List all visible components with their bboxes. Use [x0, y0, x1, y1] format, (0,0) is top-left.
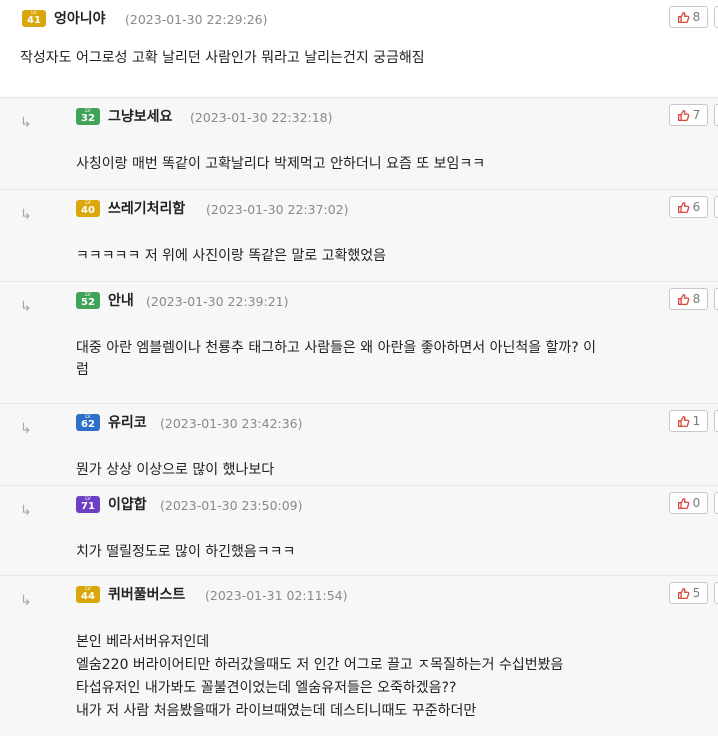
comment-text-line: 대중 아란 엠블렘이나 천룡추 태그하고 사람들은 왜 아란을 좋아하면서 아닌… — [76, 340, 597, 356]
more-options-button[interactable] — [714, 582, 718, 604]
comment-nickname[interactable]: 안내 — [108, 292, 134, 310]
comment-nickname[interactable]: 엉아니야 — [54, 10, 106, 28]
comment-nickname[interactable]: 유리코 — [108, 414, 147, 432]
comment-text-line: 사칭이랑 매번 똑같이 고확날리다 박제먹고 안하더니 요즘 또 보임ㅋㅋ — [76, 156, 486, 172]
comment-date: (2023-01-30 22:29:26) — [125, 12, 268, 27]
comment-item: ↳ LV 71 이얍합 (2023-01-30 23:50:09) 0 치가 떨릴정도로 많… — [0, 485, 718, 576]
thumbs-up-icon — [677, 497, 690, 510]
comment-text-line: 뭔가 상상 이상으로 많이 했나보다 — [76, 462, 275, 478]
level-number: 71 — [81, 501, 95, 512]
like-count: 1 — [692, 414, 701, 428]
comment-text-line: 본인 베라서버유저인데 — [76, 634, 210, 650]
comment-text-line: ㅋㅋㅋㅋㅋ 저 위에 사진이랑 똑같은 말로 고확했었음 — [76, 248, 387, 264]
like-count: 5 — [692, 586, 701, 600]
thumbs-up-icon — [677, 109, 690, 122]
reply-arrow-icon: ↳ — [20, 115, 32, 131]
like-button[interactable]: 8 — [669, 6, 708, 28]
reply-arrow-icon: ↳ — [20, 421, 32, 437]
thumbs-up-icon — [677, 293, 690, 306]
comment-date: (2023-01-31 02:11:54) — [205, 588, 348, 603]
comment-text-line: 럼 — [76, 362, 89, 378]
thumbs-up-icon — [677, 11, 690, 24]
comment-nickname[interactable]: 그냥보세요 — [108, 108, 172, 126]
like-count: 7 — [692, 108, 701, 122]
reply-arrow-icon: ↳ — [20, 299, 32, 315]
level-badge-icon: LV 71 — [76, 496, 100, 513]
comment-date: (2023-01-30 23:50:09) — [160, 498, 303, 513]
like-button[interactable]: 5 — [669, 582, 708, 604]
level-number: 41 — [27, 15, 41, 26]
thumbs-up-icon — [677, 201, 690, 214]
comment-date: (2023-01-30 22:39:21) — [146, 294, 289, 309]
level-number: 52 — [81, 297, 95, 308]
comment-nickname[interactable]: 쓰레기처리함 — [108, 200, 185, 218]
level-badge-icon: LV 41 — [22, 10, 46, 27]
comment-item: ↳ LV 32 그냥보세요 (2023-01-30 22:32:18) 7 사칭이랑 매번 … — [0, 97, 718, 190]
level-badge-icon: LV 44 — [76, 586, 100, 603]
comment-item: LV 41 엉아니야 (2023-01-30 22:29:26) 8 작성자도 어그로성 … — [0, 0, 718, 95]
like-button[interactable]: 6 — [669, 196, 708, 218]
more-options-button[interactable] — [714, 410, 718, 432]
level-number: 40 — [81, 205, 95, 216]
thumbs-up-icon — [677, 587, 690, 600]
comment-date: (2023-01-30 22:32:18) — [190, 110, 333, 125]
thumbs-up-icon — [677, 415, 690, 428]
comment-text-line: 엘숨220 버라이어티만 하러갔을때도 저 인간 어그로 끌고 ㅈ목질하는거 수… — [76, 657, 564, 673]
like-count: 8 — [692, 10, 701, 24]
like-count: 8 — [692, 292, 701, 306]
comment-date: (2023-01-30 22:37:02) — [206, 202, 349, 217]
like-count: 0 — [692, 496, 701, 510]
comment-nickname[interactable]: 이얍합 — [108, 496, 147, 514]
reply-arrow-icon: ↳ — [20, 593, 32, 609]
comment-item: ↳ LV 40 쓰레기처리함 (2023-01-30 22:37:02) 6 ㅋㅋㅋㅋㅋ 저… — [0, 189, 718, 282]
comment-nickname[interactable]: 퀴버풀버스트 — [108, 586, 185, 604]
comment-text-line: 작성자도 어그로성 고확 날리던 사람인가 뭐라고 날리는건지 궁금해짐 — [20, 50, 425, 66]
comment-item: ↳ LV 44 퀴버풀버스트 (2023-01-31 02:11:54) 5 본인 베라서버… — [0, 575, 718, 736]
level-number: 32 — [81, 113, 95, 124]
level-badge-icon: LV 32 — [76, 108, 100, 125]
like-button[interactable]: 7 — [669, 104, 708, 126]
comment-item: ↳ LV 52 안내 (2023-01-30 22:39:21) 8 대중 아란 엠블렘이나… — [0, 281, 718, 404]
like-button[interactable]: 0 — [669, 492, 708, 514]
more-options-button[interactable] — [714, 492, 718, 514]
comment-text-line: 내가 저 사람 처음봤을때가 라이브때였는데 데스티니때도 꾸준하더만 — [76, 703, 477, 719]
like-button[interactable]: 8 — [669, 288, 708, 310]
level-badge-icon: LV 40 — [76, 200, 100, 217]
more-options-button[interactable] — [714, 6, 718, 28]
more-options-button[interactable] — [714, 288, 718, 310]
like-button[interactable]: 1 — [669, 410, 708, 432]
like-count: 6 — [692, 200, 701, 214]
comment-text-line: 치가 떨릴정도로 많이 하긴했음ㅋㅋㅋ — [76, 544, 296, 560]
comment-text-line: 타섭유저인 내가봐도 꼴불견이었는데 엘숨유저들은 오죽하겠음?? — [76, 680, 457, 696]
level-number: 62 — [81, 419, 95, 430]
comment-date: (2023-01-30 23:42:36) — [160, 416, 303, 431]
level-badge-icon: LV 52 — [76, 292, 100, 309]
more-options-button[interactable] — [714, 104, 718, 126]
level-number: 44 — [81, 591, 95, 602]
comment-item: ↳ LV 62 유리코 (2023-01-30 23:42:36) 1 뭔가 상상 이상으로… — [0, 403, 718, 486]
level-badge-icon: LV 62 — [76, 414, 100, 431]
reply-arrow-icon: ↳ — [20, 207, 32, 223]
more-options-button[interactable] — [714, 196, 718, 218]
reply-arrow-icon: ↳ — [20, 503, 32, 519]
